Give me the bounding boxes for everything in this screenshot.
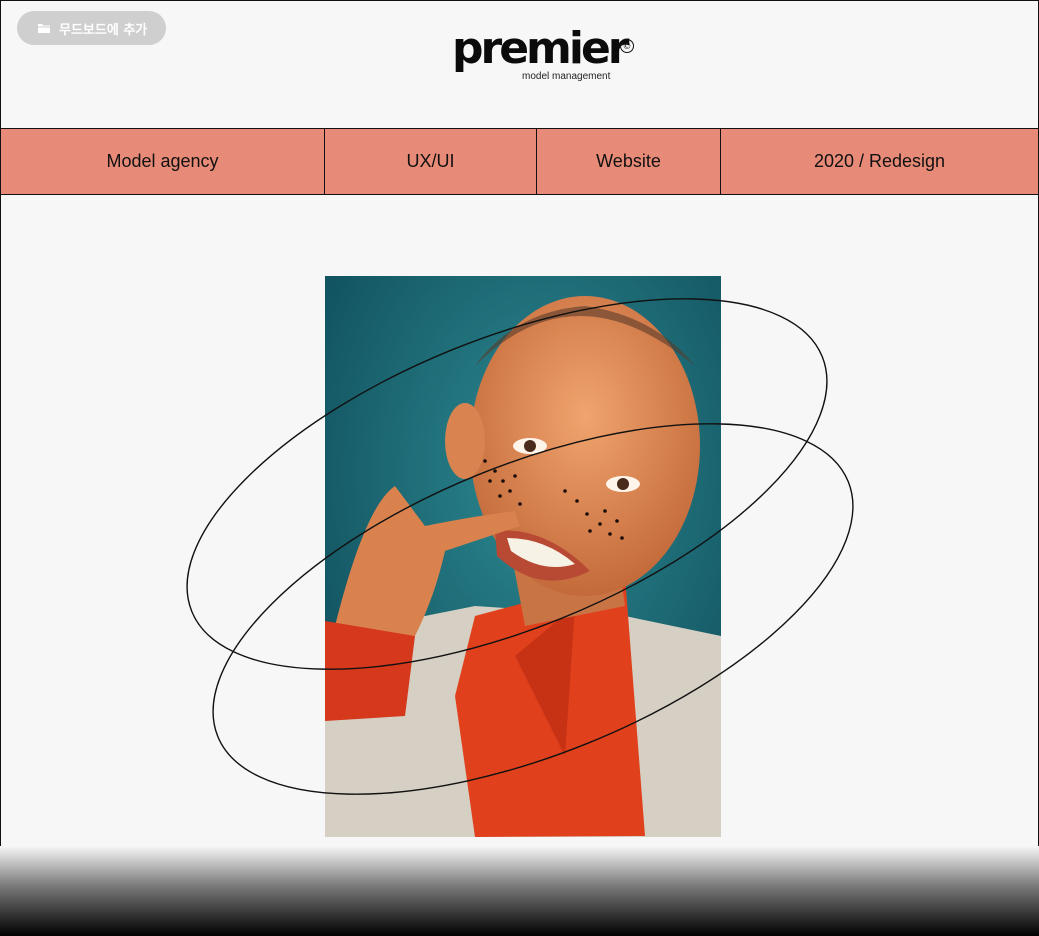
project-tag-bar: Model agency UX/UI Website 2020 / Redesi… <box>1 128 1038 195</box>
tag-year: 2020 / Redesign <box>813 151 946 171</box>
bottom-fade-overlay <box>0 846 1039 936</box>
logo-subtitle: model management <box>522 71 611 82</box>
tag-category: Model agency <box>1 129 325 194</box>
portrait-illustration <box>325 276 721 837</box>
copyright-icon: © <box>620 39 634 53</box>
folder-icon <box>38 24 50 33</box>
premier-logo[interactable]: premier model management © <box>452 27 642 86</box>
logo-wordmark: premier <box>452 23 630 74</box>
tag-type: Website <box>537 129 721 194</box>
tag-discipline: UX/UI <box>325 129 537 194</box>
model-portrait-image <box>325 276 721 837</box>
add-to-moodboard-button[interactable]: 무드보드에 추가 <box>17 11 167 45</box>
add-to-moodboard-label: 무드보드에 추가 <box>59 22 148 38</box>
